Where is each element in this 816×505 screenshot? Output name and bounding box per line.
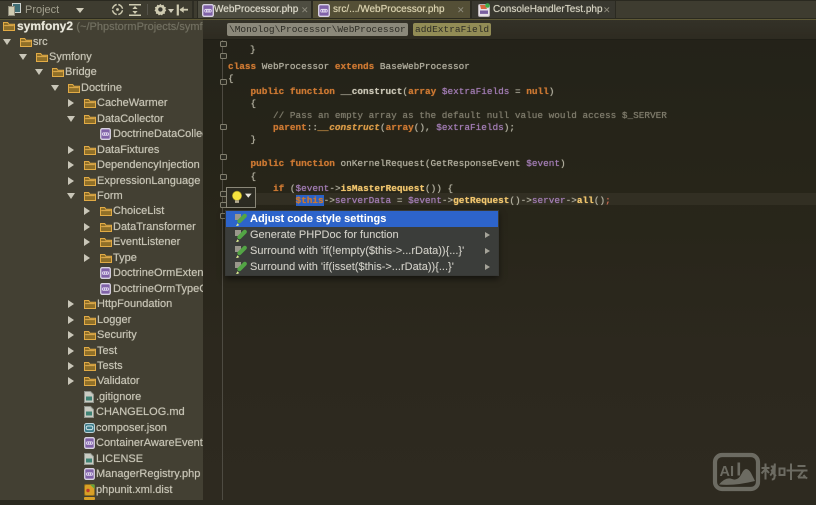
svg-text:AI: AI [720,464,735,480]
